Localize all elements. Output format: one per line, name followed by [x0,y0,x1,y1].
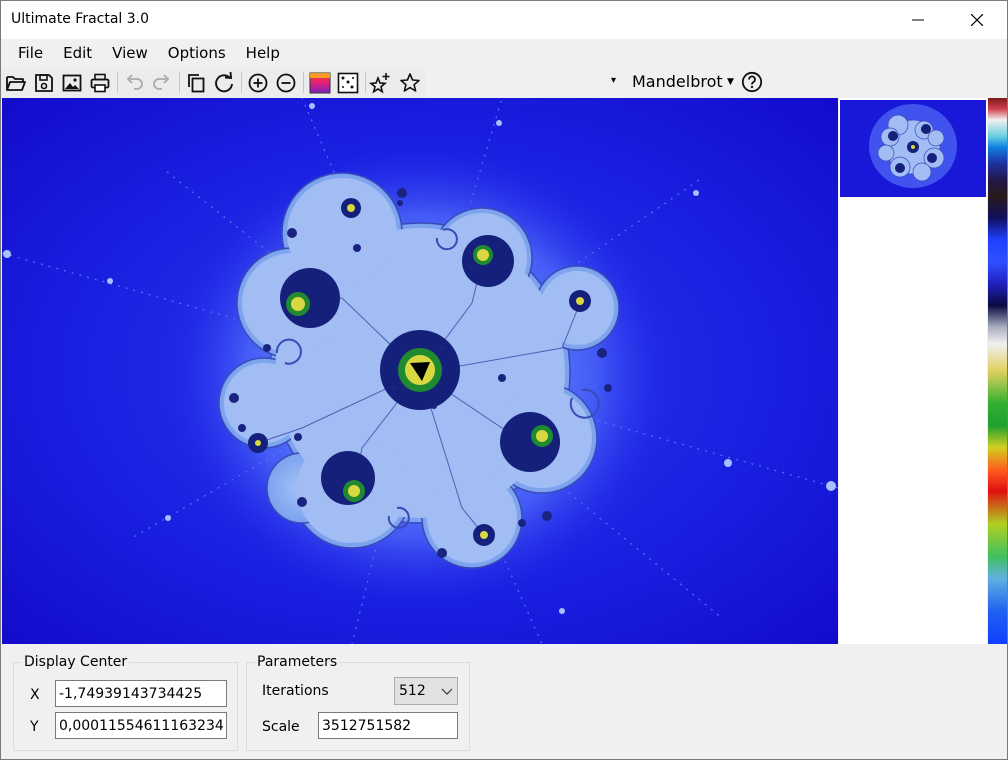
menu-bar: File Edit View Options Help [1,39,1007,68]
maximize-button[interactable] [896,1,942,39]
color-palette-button[interactable] [307,70,333,96]
bottom-panel: Display Center X Y Parameters Iterations… [1,644,1007,759]
zoom-out-button[interactable] [273,70,299,96]
help-icon [741,71,763,93]
overview-thumbnail[interactable] [840,100,986,197]
fractal-canvas[interactable] [2,98,838,644]
center-x-input[interactable] [55,680,227,707]
toolbar-separator [303,72,304,93]
refresh-button[interactable] [211,70,237,96]
save-icon [35,74,53,92]
print-icon [90,73,110,93]
display-center-group: Display Center X Y [13,654,238,751]
zoom-out-icon [276,73,296,93]
copy-button[interactable] [183,70,209,96]
favorites-button[interactable] [397,70,423,96]
menu-options[interactable]: Options [158,39,236,68]
undo-icon [126,74,143,90]
zoom-in-icon [248,73,268,93]
close-icon [971,14,983,26]
scale-label: Scale [262,719,300,735]
parameters-group: Parameters Iterations 512 Scale [246,654,470,751]
redo-icon [153,74,170,90]
thumbnail-image [840,100,986,197]
toolbar: ▾ Mandelbrot ▼ [1,68,1007,97]
display-center-title: Display Center [22,654,130,670]
toolbar-overflow-arrow[interactable]: ▾ [611,75,616,86]
add-favorite-button[interactable] [367,70,393,96]
undo-button[interactable] [121,70,147,96]
color-gradient-icon [309,72,331,94]
add-favorite-icon [369,73,390,94]
window-title: Ultimate Fractal 3.0 [11,11,150,27]
menu-view[interactable]: View [102,39,158,68]
fractal-type-chevron-icon[interactable]: ▼ [727,77,734,87]
fractal-image [2,98,838,644]
random-dots-button[interactable] [335,70,361,96]
fractal-type-select[interactable]: Mandelbrot [632,72,723,91]
chevron-down-icon [441,688,453,695]
color-palette-bar[interactable] [988,98,1007,644]
center-y-input[interactable] [55,712,227,739]
export-image-button[interactable] [59,70,85,96]
save-button[interactable] [31,70,57,96]
print-button[interactable] [87,70,113,96]
random-dots-icon [337,72,359,94]
menu-file[interactable]: File [8,39,53,68]
overview-panel [839,98,987,644]
toolbar-separator [117,72,118,93]
toolbar-separator [365,72,366,93]
redo-button[interactable] [149,70,175,96]
toolbar-separator [179,72,180,93]
title-bar: Ultimate Fractal 3.0 [1,1,1007,39]
refresh-icon [215,72,233,93]
open-folder-icon [6,76,26,91]
zoom-in-button[interactable] [245,70,271,96]
iterations-select[interactable]: 512 [394,677,458,705]
parameters-title: Parameters [255,654,340,670]
iterations-value: 512 [399,683,426,699]
open-button[interactable] [3,70,29,96]
scale-input[interactable] [318,712,458,739]
toolbar-separator [241,72,242,93]
iterations-label: Iterations [262,683,329,699]
copy-icon [188,74,205,93]
export-image-icon [62,74,82,92]
help-button[interactable] [739,69,765,95]
close-button[interactable] [954,1,1000,39]
x-label: X [30,687,40,703]
favorites-icon [400,73,420,92]
menu-help[interactable]: Help [236,39,290,68]
menu-edit[interactable]: Edit [53,39,102,68]
y-label: Y [30,719,39,735]
app-window: Ultimate Fractal 3.0 File Edit View Opti… [0,0,1008,760]
